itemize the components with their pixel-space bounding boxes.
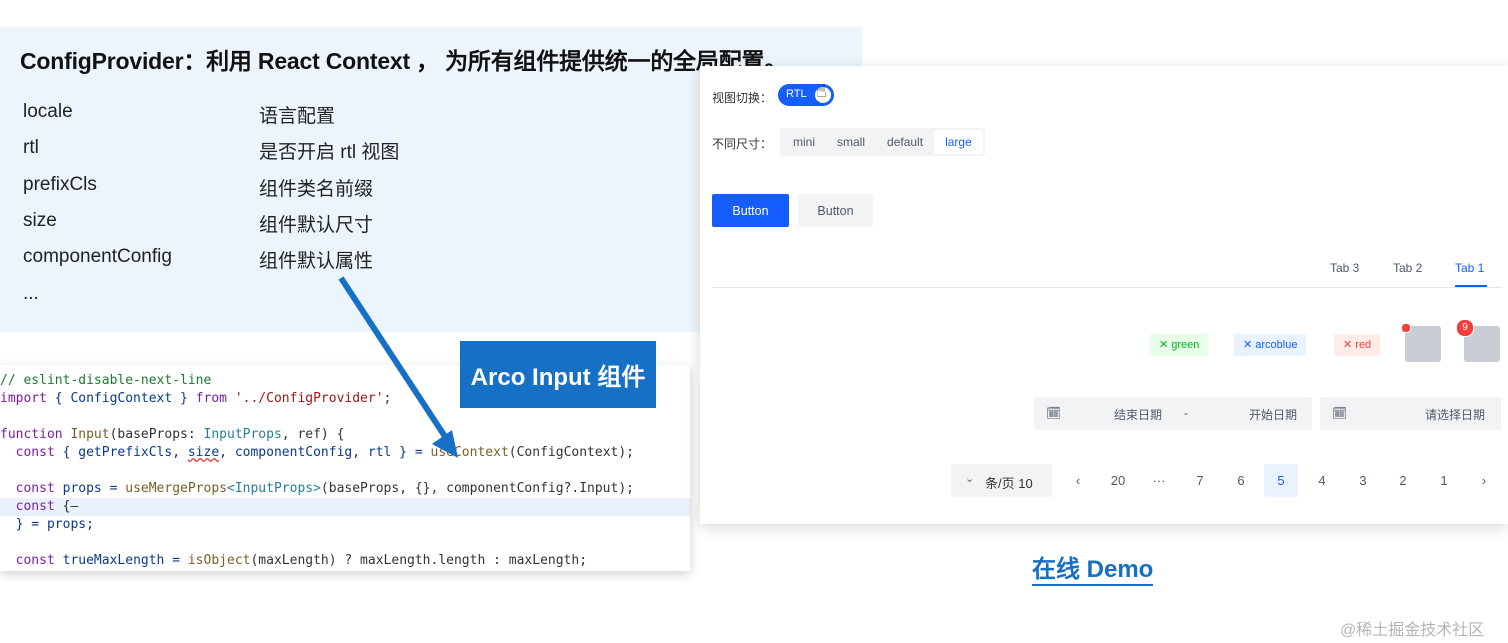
size-option-default[interactable]: default [876,130,934,154]
tag-close-icon[interactable]: ✕ [1343,339,1355,351]
page-title: ConfigProvider：利用 React Context ， 为所有组件提… [20,48,788,74]
primary-button[interactable]: Button [712,194,789,227]
badge-dot [1401,323,1411,333]
page-item[interactable]: 6 [1224,464,1258,497]
hand-cursor-icon: ☝ [816,81,827,101]
page-item[interactable]: 2 [1386,464,1420,497]
code-line-5: const { getPrefixCls, size, componentCon… [0,445,635,460]
switch-text: RTL [786,88,807,100]
calendar-icon: 🗓 [1046,406,1062,420]
badge-count: 9 [1456,319,1474,337]
code-line-1: // eslint-disable-next-line [0,373,212,388]
arco-input-callout: Arco Input 组件 [460,341,656,408]
prop-name-locale: locale [23,101,73,122]
size-label: 不同尺寸： [712,137,773,151]
chevron-down-icon: ⌄ [965,473,975,485]
prop-name-ellipsis: ... [23,283,39,304]
page-item-current[interactable]: 5 [1264,464,1298,497]
prop-name-rtl: rtl [23,137,39,158]
code-line-8: const {— [0,498,690,516]
chevron-left-icon[interactable]: ‹ [1061,464,1095,497]
prop-name-size: size [23,210,57,231]
avatar [1405,326,1441,362]
date-picker[interactable]: 🗓 请选择日期 [1320,397,1501,430]
tab-1[interactable]: Tab 1 [1455,261,1484,275]
prop-name-prefixcls: prefixCls [23,174,97,195]
page-size-value: 条/页 10 [985,476,1033,491]
date-range-picker[interactable]: 🗓 结束日期 - 开始日期 [1034,397,1312,430]
prop-desc-componentconfig: 组件默认属性 [259,251,374,272]
range-separator: - [1184,406,1188,420]
size-option-mini[interactable]: mini [782,130,826,154]
calendar-icon: 🗓 [1332,406,1348,420]
page-item[interactable]: 7 [1183,464,1217,497]
prop-name-componentconfig: componentConfig [23,246,172,267]
code-line-9: } = props; [0,517,94,532]
watermark: @稀土掘金技术社区 [1340,622,1485,639]
tag-arcoblue: ✕ arcoblue [1234,334,1307,356]
tab-divider [712,287,1502,288]
prop-desc-prefixcls: 组件类名前缀 [259,179,374,200]
page-size-select[interactable]: ⌄ 条/页 10 [951,464,1052,497]
range-start-input[interactable]: 开始日期 [1249,406,1297,423]
tag-close-icon[interactable]: ✕ [1159,339,1171,351]
page-item[interactable]: 1 [1427,464,1461,497]
view-switch-label: 视图切换： [712,91,773,105]
tab-3[interactable]: Tab 3 [1330,261,1359,275]
online-demo-link[interactable]: 在线 Demo [1032,556,1154,586]
range-end-input[interactable]: 结束日期 [1114,406,1162,423]
code-line-4: function Input(baseProps: InputProps, re… [0,427,345,442]
size-option-large[interactable]: large [934,130,983,154]
prop-desc-rtl: 是否开启 rtl 视图 [259,142,400,163]
date-input[interactable]: 请选择日期 [1425,406,1485,423]
page-ellipsis[interactable]: ··· [1142,464,1176,497]
prop-desc-locale: 语言配置 [259,106,336,127]
secondary-button[interactable]: Button [798,194,873,227]
tag-green: ✕ green [1150,334,1209,356]
tag-red: ✕ red [1334,334,1381,356]
page-item[interactable]: 20 [1101,464,1135,497]
size-radio-group: mini small default large [780,128,985,156]
tag-close-icon[interactable]: ✕ [1243,339,1255,351]
tab-active-indicator [1455,285,1487,287]
chevron-right-icon[interactable]: › [1467,464,1501,497]
demo-panel: 视图切换： RTL ☝ 不同尺寸： mini small default lar… [700,66,1508,524]
page-item[interactable]: 3 [1346,464,1380,497]
tab-2[interactable]: Tab 2 [1393,261,1422,275]
size-option-small[interactable]: small [826,130,876,154]
code-line-7: const props = useMergeProps<InputProps>(… [0,481,634,496]
code-line-2: import { ConfigContext } from '../Config… [0,391,392,406]
code-line-11: const trueMaxLength = isObject(maxLength… [0,553,588,568]
prop-desc-size: 组件默认尺寸 [259,215,374,236]
page-item[interactable]: 4 [1305,464,1339,497]
